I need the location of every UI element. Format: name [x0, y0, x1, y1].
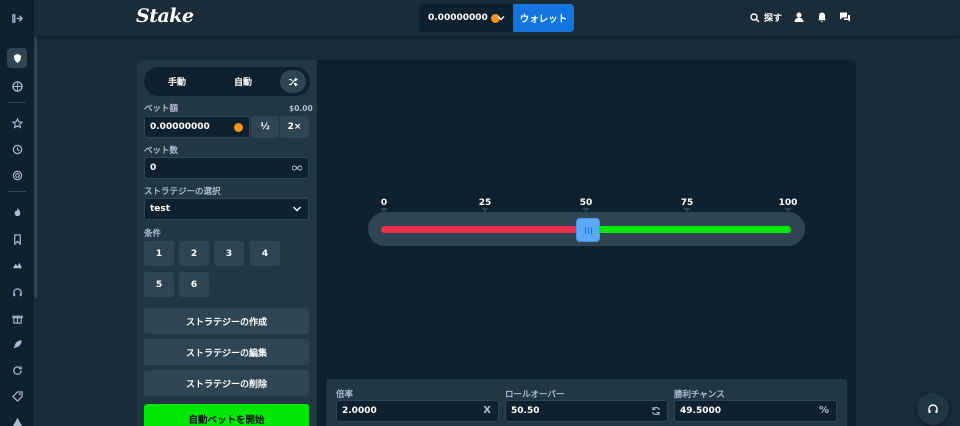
rail-divider: [8, 191, 26, 192]
handle-grip-icon: [584, 226, 586, 234]
top-header: Stake 0.00000000 ウォレット 探す: [34, 0, 960, 36]
handle-grip-icon: [590, 226, 592, 234]
live-support-button[interactable]: [917, 393, 949, 425]
slots-icon[interactable]: [7, 255, 27, 275]
win-range-bar: [588, 226, 791, 233]
promo-tag-icon[interactable]: [7, 386, 27, 406]
star-icon[interactable]: [7, 113, 27, 133]
strategy-label: ストラテジーの選択: [144, 187, 221, 197]
win-chance-input[interactable]: 49.5000 %: [674, 400, 837, 422]
conditions-label: 条件: [144, 229, 162, 239]
bet-count-value: 0: [150, 163, 157, 173]
win-chance-label: 勝利チャンス: [674, 390, 725, 400]
condition-button-5[interactable]: 5: [144, 272, 174, 297]
multiplier-suffix: X: [483, 405, 491, 416]
condition-button-2[interactable]: 2: [179, 241, 209, 266]
bookmark-icon[interactable]: [7, 229, 27, 249]
infinity-icon: [292, 165, 302, 171]
multiplier-value: 2.0000: [342, 406, 377, 416]
history-icon[interactable]: [7, 139, 27, 159]
tab-advanced[interactable]: [280, 70, 306, 93]
bet-usd-value: $0.00: [289, 104, 313, 113]
shuffle-icon: [289, 77, 298, 86]
search-icon: [750, 12, 760, 23]
strategy-select[interactable]: test: [144, 198, 309, 220]
rollover-label: ロールオーバー: [505, 390, 565, 400]
slider-tick-label: 50: [579, 198, 593, 208]
slider-tick-label: 75: [680, 198, 694, 208]
bet-count-input[interactable]: 0: [144, 157, 309, 179]
slider-tick-label: 0: [380, 198, 388, 208]
rail-scrollbar[interactable]: [34, 36, 37, 298]
tab-manual[interactable]: 手動: [147, 70, 207, 93]
refresh-icon[interactable]: [7, 360, 27, 380]
edit-strategy-button[interactable]: ストラテジーの編集: [144, 339, 309, 365]
bet-amount-value: 0.00000000: [150, 122, 210, 132]
start-autobet-button[interactable]: 自動ベットを開始: [144, 404, 309, 426]
delete-strategy-button[interactable]: ストラテジーの削除: [144, 370, 309, 396]
sports-icon[interactable]: [7, 76, 27, 96]
rocket-icon[interactable]: [7, 334, 27, 354]
wallet-button[interactable]: ウォレット: [513, 4, 574, 32]
gift-icon[interactable]: [7, 308, 27, 328]
live-casino-icon[interactable]: [7, 282, 27, 302]
condition-button-4[interactable]: 4: [250, 241, 280, 266]
balance-selector[interactable]: 0.00000000: [419, 4, 513, 32]
rail-divider: [8, 102, 26, 103]
bell-icon[interactable]: [816, 11, 828, 23]
bet-amount-input[interactable]: 0.00000000: [144, 116, 250, 138]
half-bet-button[interactable]: ½: [251, 116, 279, 138]
rollover-value: 50.50: [511, 406, 540, 416]
condition-button-6[interactable]: 6: [179, 272, 209, 297]
stake-logo[interactable]: Stake: [136, 5, 194, 27]
bet-amount-label: ベット額: [144, 104, 179, 114]
chat-icon[interactable]: [839, 11, 851, 23]
slider-tick-label: 25: [478, 198, 492, 208]
win-chance-value: 49.5000: [680, 406, 721, 416]
rollover-input[interactable]: 50.50: [505, 400, 668, 422]
handle-grip-icon: [587, 226, 589, 234]
balance-value: 0.00000000: [428, 13, 488, 23]
percent-suffix: %: [818, 405, 829, 416]
double-bet-button[interactable]: 2×: [280, 116, 309, 138]
condition-button-1[interactable]: 1: [144, 241, 174, 266]
search-button[interactable]: 探す: [750, 11, 782, 24]
chevron-down-icon: [497, 16, 505, 21]
headset-icon: [928, 404, 938, 413]
user-icon[interactable]: [793, 11, 805, 23]
fire-icon[interactable]: [7, 202, 27, 222]
multiplier-input[interactable]: 2.0000 X: [336, 400, 499, 422]
challenge-icon[interactable]: [7, 165, 27, 185]
search-label: 探す: [764, 14, 783, 24]
strategy-selected: test: [150, 204, 171, 214]
lose-range-bar: [381, 226, 589, 233]
chevron-down-icon: [293, 206, 301, 212]
slider-tick-label: 100: [778, 198, 798, 208]
bitcoin-coin-icon: [234, 123, 243, 132]
expand-menu-icon[interactable]: [7, 8, 27, 28]
tab-auto[interactable]: 自動: [213, 70, 273, 93]
more-icon[interactable]: [7, 412, 27, 426]
roll-slider-handle[interactable]: [577, 219, 600, 241]
bet-mode-toggle: 手動 自動: [144, 67, 310, 96]
casino-icon[interactable]: [7, 48, 27, 68]
condition-button-3[interactable]: 3: [214, 241, 244, 266]
create-strategy-button[interactable]: ストラテジーの作成: [144, 308, 309, 334]
bet-count-label: ベット数: [144, 146, 179, 156]
multiplier-label: 倍率: [336, 390, 354, 400]
swap-refresh-icon[interactable]: [651, 406, 661, 416]
